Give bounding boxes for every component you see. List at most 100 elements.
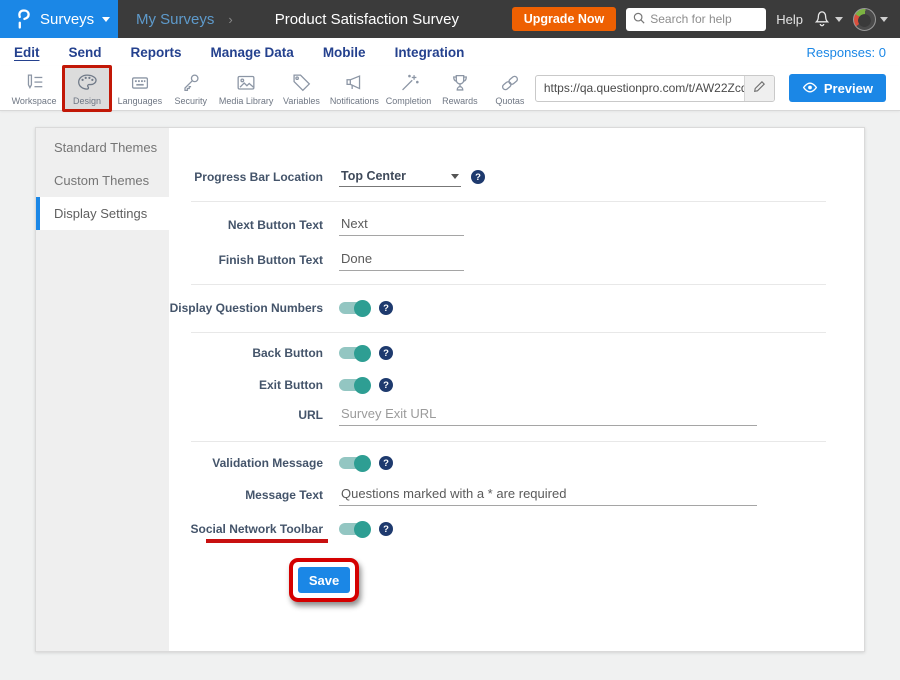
toolbar-label: Quotas (495, 96, 524, 106)
progress-bar-location-row: Progress Bar Location Top Center ? (169, 165, 485, 189)
toolbar-security[interactable]: Security (166, 69, 216, 108)
chevron-down-icon (835, 17, 843, 22)
sidebar-item-standard-themes[interactable]: Standard Themes (36, 131, 169, 164)
preview-button[interactable]: Preview (789, 74, 886, 102)
next-button-text-input[interactable] (339, 214, 464, 236)
toolbar-rewards[interactable]: Rewards (435, 69, 485, 108)
toolbar-label: Languages (118, 96, 163, 106)
search-icon (633, 12, 645, 27)
next-button-text-label: Next Button Text (169, 218, 323, 232)
surveys-app-menu[interactable]: Surveys (0, 0, 118, 38)
exit-url-label: URL (169, 408, 323, 422)
edit-toolbar: Workspace Design Languages Security (0, 66, 900, 111)
edit-url-button[interactable] (744, 75, 774, 102)
help-icon[interactable]: ? (379, 522, 393, 536)
social-network-toolbar-label: Social Network Toolbar (169, 522, 323, 536)
help-icon[interactable]: ? (379, 378, 393, 392)
search-input[interactable] (650, 12, 760, 26)
bell-icon (813, 8, 831, 30)
help-search-box[interactable] (626, 8, 766, 31)
divider (191, 332, 826, 333)
exit-url-input[interactable] (339, 404, 757, 426)
toolbar-design[interactable]: Design (62, 65, 112, 112)
upgrade-now-button[interactable]: Upgrade Now (512, 7, 617, 31)
social-network-toolbar-toggle[interactable] (339, 523, 369, 535)
validation-message-row: Validation Message ? (169, 451, 393, 475)
survey-url[interactable]: https://qa.questionpro.com/t/AW22Zcq2J (536, 81, 744, 95)
nav-tab-integration[interactable]: Integration (395, 45, 465, 60)
display-question-numbers-row: Display Question Numbers ? (169, 296, 393, 320)
toolbar-label: Workspace (12, 96, 57, 106)
social-network-toolbar-row: Social Network Toolbar ? (169, 517, 393, 541)
display-question-numbers-toggle[interactable] (339, 302, 369, 314)
display-settings-form: Progress Bar Location Top Center ? Next … (169, 128, 864, 651)
message-text-row: Message Text (169, 483, 757, 507)
toolbar-label: Security (175, 96, 208, 106)
toolbar-workspace[interactable]: Workspace (8, 69, 60, 108)
top-header: Surveys My Surveys › Product Satisfactio… (0, 0, 900, 38)
notifications-menu[interactable] (813, 8, 843, 30)
toolbar-label: Completion (386, 96, 432, 106)
help-icon[interactable]: ? (379, 346, 393, 360)
breadcrumb-my-surveys[interactable]: My Surveys (136, 11, 214, 28)
sidebar-item-custom-themes[interactable]: Custom Themes (36, 164, 169, 197)
toggle-knob (354, 521, 371, 538)
finish-button-text-input[interactable] (339, 249, 464, 271)
survey-url-box: https://qa.questionpro.com/t/AW22Zcq2J (535, 75, 775, 102)
validation-message-toggle[interactable] (339, 457, 369, 469)
questionpro-logo-icon (13, 6, 32, 32)
avatar (853, 8, 876, 31)
back-button-row: Back Button ? (169, 341, 393, 365)
toolbar-notifications[interactable]: Notifications (326, 69, 382, 108)
back-button-label: Back Button (169, 346, 323, 360)
design-settings-card: Standard Themes Custom Themes Display Se… (35, 127, 865, 652)
toggle-knob (354, 300, 371, 317)
exit-url-row: URL (169, 403, 757, 427)
help-icon[interactable]: ? (379, 456, 393, 470)
toolbar-media-library[interactable]: Media Library (216, 69, 277, 108)
help-link[interactable]: Help (776, 12, 803, 27)
exit-button-toggle[interactable] (339, 379, 369, 391)
toolbar-completion[interactable]: Completion (382, 69, 435, 108)
divider (191, 284, 826, 285)
content-area: Standard Themes Custom Themes Display Se… (0, 111, 900, 680)
toolbar-label: Variables (283, 96, 320, 106)
divider (191, 441, 826, 442)
nav-tab-reports[interactable]: Reports (131, 45, 182, 60)
finish-button-text-row: Finish Button Text (169, 248, 464, 272)
toggle-knob (354, 377, 371, 394)
chevron-down-icon (451, 174, 459, 179)
sidebar-item-display-settings[interactable]: Display Settings (36, 197, 169, 230)
display-question-numbers-label: Display Question Numbers (169, 301, 323, 315)
toolbar-label: Rewards (442, 96, 478, 106)
finish-button-text-label: Finish Button Text (169, 253, 323, 267)
account-menu[interactable] (853, 8, 888, 31)
save-button[interactable]: Save (298, 567, 350, 593)
nav-tab-manage-data[interactable]: Manage Data (211, 45, 294, 60)
toolbar-quotas[interactable]: Quotas (485, 69, 535, 108)
responses-count[interactable]: Responses: 0 (807, 45, 887, 60)
toolbar-languages[interactable]: Languages (114, 69, 166, 108)
help-icon[interactable]: ? (379, 301, 393, 315)
survey-nav: Edit Send Reports Manage Data Mobile Int… (0, 38, 900, 66)
nav-tab-edit[interactable]: Edit (14, 45, 40, 60)
nav-tab-send[interactable]: Send (69, 45, 102, 60)
breadcrumb: My Surveys › Product Satisfaction Survey (136, 11, 459, 28)
toggle-knob (354, 345, 371, 362)
magic-wand-icon (397, 71, 421, 95)
help-icon[interactable]: ? (471, 170, 485, 184)
nav-tab-mobile[interactable]: Mobile (323, 45, 366, 60)
message-text-input[interactable] (339, 484, 757, 506)
toolbar-variables[interactable]: Variables (276, 69, 326, 108)
next-button-text-row: Next Button Text (169, 213, 464, 237)
toggle-knob (354, 455, 371, 472)
workspace-icon (22, 71, 46, 95)
megaphone-icon (342, 71, 366, 95)
breadcrumb-separator-icon: › (228, 12, 232, 27)
back-button-toggle[interactable] (339, 347, 369, 359)
chevron-down-icon (880, 17, 888, 22)
exit-button-label: Exit Button (169, 378, 323, 392)
progress-bar-location-select[interactable]: Top Center (339, 167, 461, 187)
exit-button-row: Exit Button ? (169, 373, 393, 397)
red-underline-annotation (206, 539, 328, 543)
